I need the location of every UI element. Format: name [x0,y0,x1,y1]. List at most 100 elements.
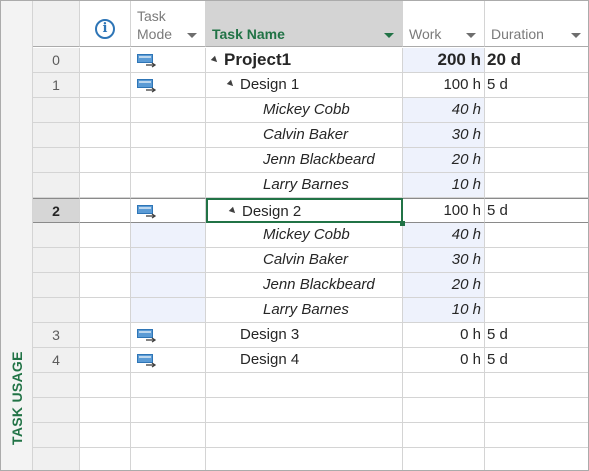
task-mode-cell[interactable] [131,148,206,173]
task-name-cell[interactable]: Design 1 [206,73,403,98]
row-id-cell[interactable] [33,373,80,398]
table-row[interactable]: 0 Project1 200 h 20 d [33,48,588,73]
indicators-cell[interactable] [80,98,131,123]
work-cell[interactable] [403,448,485,470]
fill-handle[interactable] [400,221,405,226]
row-id-cell[interactable]: 4 [33,348,80,373]
task-mode-cell[interactable] [131,123,206,148]
row-id-cell[interactable] [33,148,80,173]
task-mode-cell[interactable] [131,248,206,273]
empty-table-row[interactable] [33,373,588,398]
chevron-down-icon[interactable] [571,33,581,38]
table-row[interactable]: 2 Design 2 100 h5 d [33,198,588,223]
duration-cell[interactable] [485,98,588,123]
task-mode-cell[interactable] [131,323,206,348]
task-name-cell[interactable]: Jenn Blackbeard [206,148,403,173]
table-row[interactable]: Larry Barnes 10 h [33,298,588,323]
task-mode-cell[interactable] [131,223,206,248]
duration-cell[interactable] [485,248,588,273]
indicators-cell[interactable] [80,48,131,73]
work-cell[interactable]: 0 h [403,323,485,348]
row-id-cell[interactable] [33,173,80,198]
work-cell[interactable]: 200 h [403,48,485,73]
task-name-cell[interactable] [206,448,403,470]
select-all-corner[interactable] [33,1,80,47]
indicators-cell[interactable] [80,323,131,348]
indicators-cell[interactable] [80,423,131,448]
task-mode-cell[interactable] [131,48,206,73]
row-id-cell[interactable]: 3 [33,323,80,348]
indicators-cell[interactable] [80,298,131,323]
duration-cell[interactable] [485,298,588,323]
indicators-column-header[interactable]: i [80,1,131,47]
chevron-down-icon[interactable] [466,33,476,38]
work-cell[interactable]: 10 h [403,298,485,323]
work-cell[interactable]: 30 h [403,248,485,273]
task-mode-cell[interactable] [131,198,206,223]
row-id-cell[interactable]: 2 [33,198,80,223]
table-row[interactable]: 1 Design 1 100 h5 d [33,73,588,98]
duration-cell[interactable] [485,173,588,198]
duration-cell[interactable] [485,448,588,470]
task-name-cell[interactable] [206,423,403,448]
task-mode-cell[interactable] [131,98,206,123]
task-name-cell[interactable]: Mickey Cobb [206,98,403,123]
task-mode-cell[interactable] [131,73,206,98]
indicators-cell[interactable] [80,123,131,148]
task-name-cell[interactable]: Calvin Baker [206,248,403,273]
duration-cell[interactable] [485,423,588,448]
empty-table-row[interactable] [33,398,588,423]
duration-cell[interactable] [485,223,588,248]
task-name-cell[interactable] [206,398,403,423]
indicators-cell[interactable] [80,198,131,223]
task-mode-cell[interactable] [131,448,206,470]
task-name-cell[interactable]: Jenn Blackbeard [206,273,403,298]
empty-table-row[interactable] [33,448,588,470]
task-mode-cell[interactable] [131,423,206,448]
row-id-cell[interactable] [33,223,80,248]
task-mode-cell[interactable] [131,273,206,298]
task-mode-cell[interactable] [131,173,206,198]
indicators-cell[interactable] [80,448,131,470]
duration-cell[interactable]: 5 d [485,348,588,373]
task-mode-cell[interactable] [131,298,206,323]
duration-cell[interactable]: 5 d [485,198,588,223]
task-name-cell[interactable]: Larry Barnes [206,173,403,198]
duration-column-header[interactable]: Duration [485,1,588,47]
work-cell[interactable]: 100 h [403,198,485,223]
task-mode-column-header[interactable]: Task Mode [131,1,206,47]
table-row[interactable]: Jenn Blackbeard 20 h [33,273,588,298]
task-name-cell[interactable] [206,373,403,398]
indicators-cell[interactable] [80,348,131,373]
row-id-cell[interactable] [33,398,80,423]
indicators-cell[interactable] [80,73,131,98]
indicators-cell[interactable] [80,148,131,173]
duration-cell[interactable]: 5 d [485,323,588,348]
table-row[interactable]: Jenn Blackbeard 20 h [33,148,588,173]
indicators-cell[interactable] [80,248,131,273]
row-id-cell[interactable] [33,98,80,123]
table-row[interactable]: Calvin Baker 30 h [33,123,588,148]
row-id-cell[interactable]: 1 [33,73,80,98]
chevron-down-icon[interactable] [187,33,197,38]
duration-cell[interactable]: 20 d [485,48,588,73]
table-row[interactable]: 4 Design 4 0 h5 d [33,348,588,373]
task-name-cell[interactable]: Larry Barnes [206,298,403,323]
work-cell[interactable]: 0 h [403,348,485,373]
task-name-cell[interactable]: Mickey Cobb [206,223,403,248]
indicators-cell[interactable] [80,373,131,398]
work-cell[interactable]: 40 h [403,223,485,248]
table-row[interactable]: 3 Design 3 0 h5 d [33,323,588,348]
row-id-cell[interactable] [33,448,80,470]
empty-table-row[interactable] [33,423,588,448]
row-id-cell[interactable] [33,298,80,323]
duration-cell[interactable] [485,148,588,173]
task-name-cell[interactable]: Design 4 [206,348,403,373]
work-cell[interactable]: 20 h [403,148,485,173]
work-cell[interactable]: 100 h [403,73,485,98]
work-cell[interactable]: 40 h [403,98,485,123]
table-row[interactable]: Mickey Cobb 40 h [33,98,588,123]
view-bar[interactable]: TASK USAGE [1,1,33,470]
table-row[interactable]: Mickey Cobb 40 h [33,223,588,248]
indicators-cell[interactable] [80,223,131,248]
